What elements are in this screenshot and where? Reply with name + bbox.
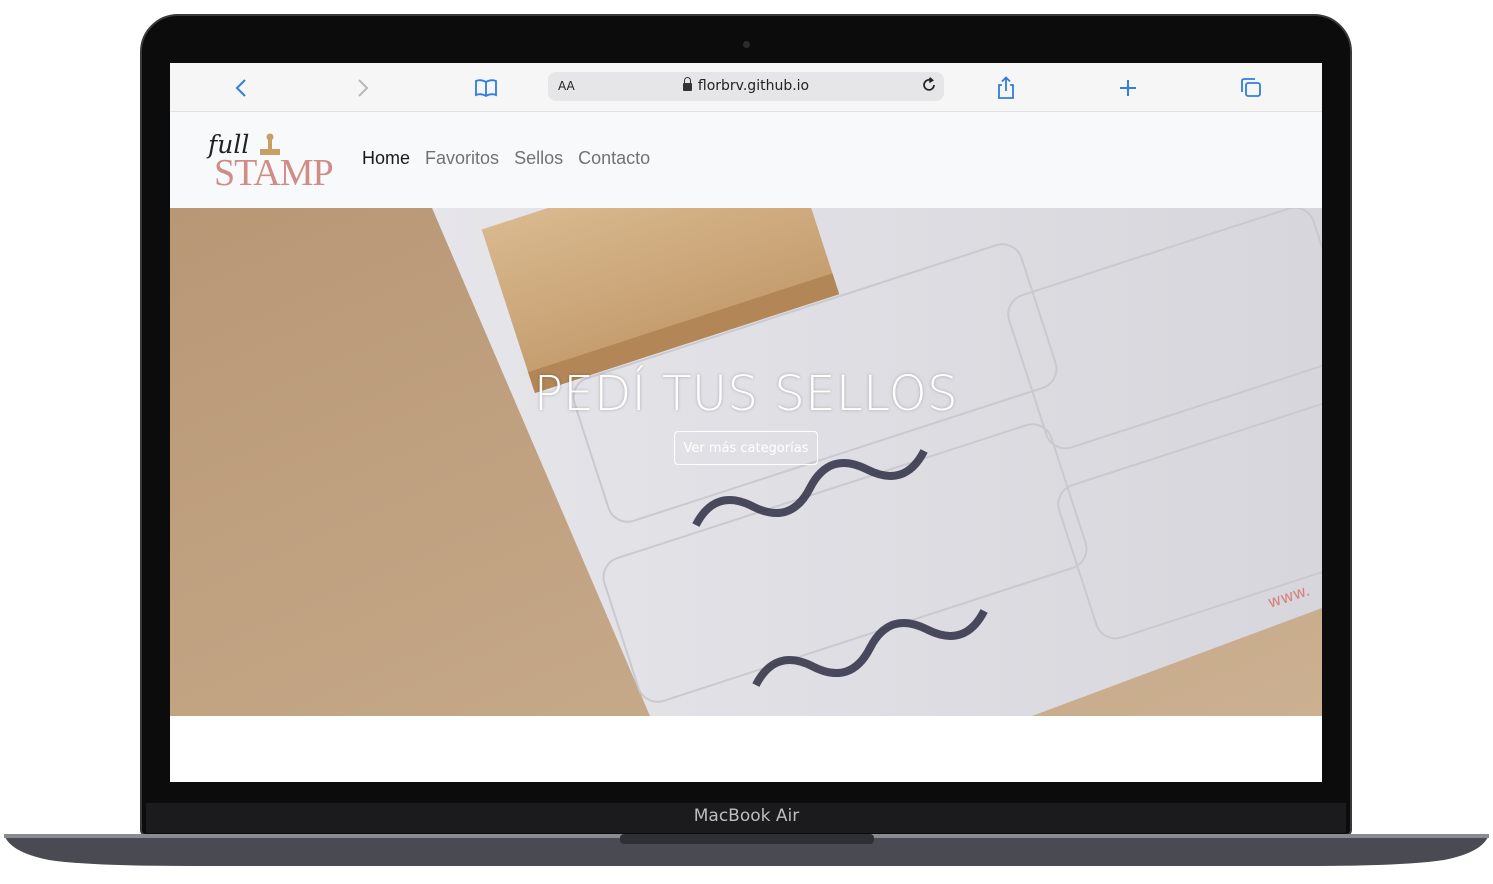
nav-favoritos-link[interactable]: Favoritos	[425, 148, 499, 168]
address-bar[interactable]: AA florbrv.github.io	[548, 72, 944, 101]
forward-icon[interactable]	[350, 75, 376, 101]
share-icon[interactable]	[993, 75, 1019, 101]
reload-icon[interactable]	[920, 76, 938, 99]
lock-icon	[682, 77, 692, 91]
site-navbar: full STAMP Home Favoritos Sellos Contact…	[170, 112, 1322, 208]
device-label: MacBook Air	[693, 806, 800, 826]
hero-banner: www. PEDÍ TUS SELLOS Ver más categorías	[170, 208, 1322, 716]
bookmarks-icon[interactable]	[473, 75, 499, 101]
page-body	[170, 716, 1322, 782]
back-icon[interactable]	[228, 75, 254, 101]
logo-main-text: STAMP	[214, 152, 334, 194]
new-tab-icon[interactable]	[1115, 75, 1141, 101]
laptop-base	[4, 834, 1489, 866]
screen: AA florbrv.github.io full STAMP Home Fav…	[170, 63, 1322, 782]
logo[interactable]: full STAMP	[208, 130, 338, 194]
url-display[interactable]: florbrv.github.io	[548, 77, 944, 94]
url-text: florbrv.github.io	[697, 78, 810, 94]
nav-home-link[interactable]: Home	[362, 148, 410, 168]
camera-icon	[743, 41, 750, 48]
browser-toolbar: AA florbrv.github.io	[170, 63, 1322, 112]
tabs-icon[interactable]	[1238, 75, 1264, 101]
nav-menu: Home Favoritos Sellos Contacto	[362, 148, 660, 169]
hero-title: PEDÍ TUS SELLOS	[533, 366, 959, 422]
nav-sellos-link[interactable]: Sellos	[514, 148, 563, 168]
nav-contacto-link[interactable]: Contacto	[578, 148, 650, 168]
ver-mas-categorias-button[interactable]: Ver más categorías	[674, 431, 818, 465]
